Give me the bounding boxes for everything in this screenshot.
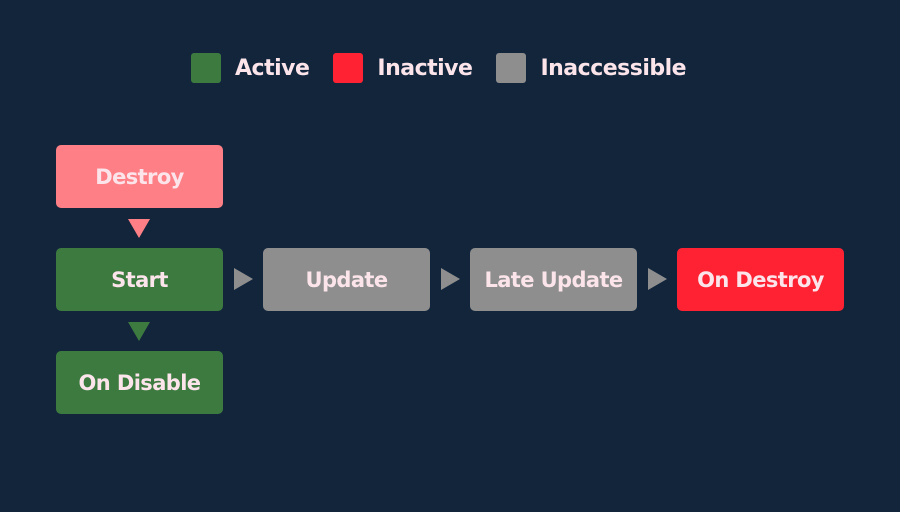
legend-swatch-inaccessible	[496, 53, 527, 83]
legend-swatch-active	[191, 53, 221, 83]
legend-label-inaccessible: Inaccessible	[540, 55, 687, 81]
legend-label-active: Active	[235, 55, 310, 81]
legend-label-inactive: Inactive	[377, 55, 473, 81]
legend-item-inaccessible: Inaccessible	[496, 53, 687, 83]
node-destroy[interactable]: Destroy	[56, 145, 223, 208]
node-start[interactable]: Start	[56, 248, 223, 311]
node-late-update[interactable]: Late Update	[470, 248, 637, 311]
node-on-destroy[interactable]: On Destroy	[677, 248, 844, 311]
arrow-right-update-to-late-update	[441, 268, 460, 290]
legend-item-inactive: Inactive	[333, 53, 473, 83]
arrow-right-start-to-update	[234, 268, 253, 290]
arrow-right-late-update-to-on-destroy	[648, 268, 667, 290]
node-update[interactable]: Update	[263, 248, 430, 311]
legend-item-active: Active	[191, 53, 310, 83]
arrow-down-start-to-on-disable	[128, 322, 150, 341]
arrow-down-destroy-to-start	[128, 219, 150, 238]
legend: Active Inactive Inaccessible	[191, 53, 710, 83]
node-on-disable[interactable]: On Disable	[56, 351, 223, 414]
legend-swatch-inactive	[333, 53, 364, 83]
